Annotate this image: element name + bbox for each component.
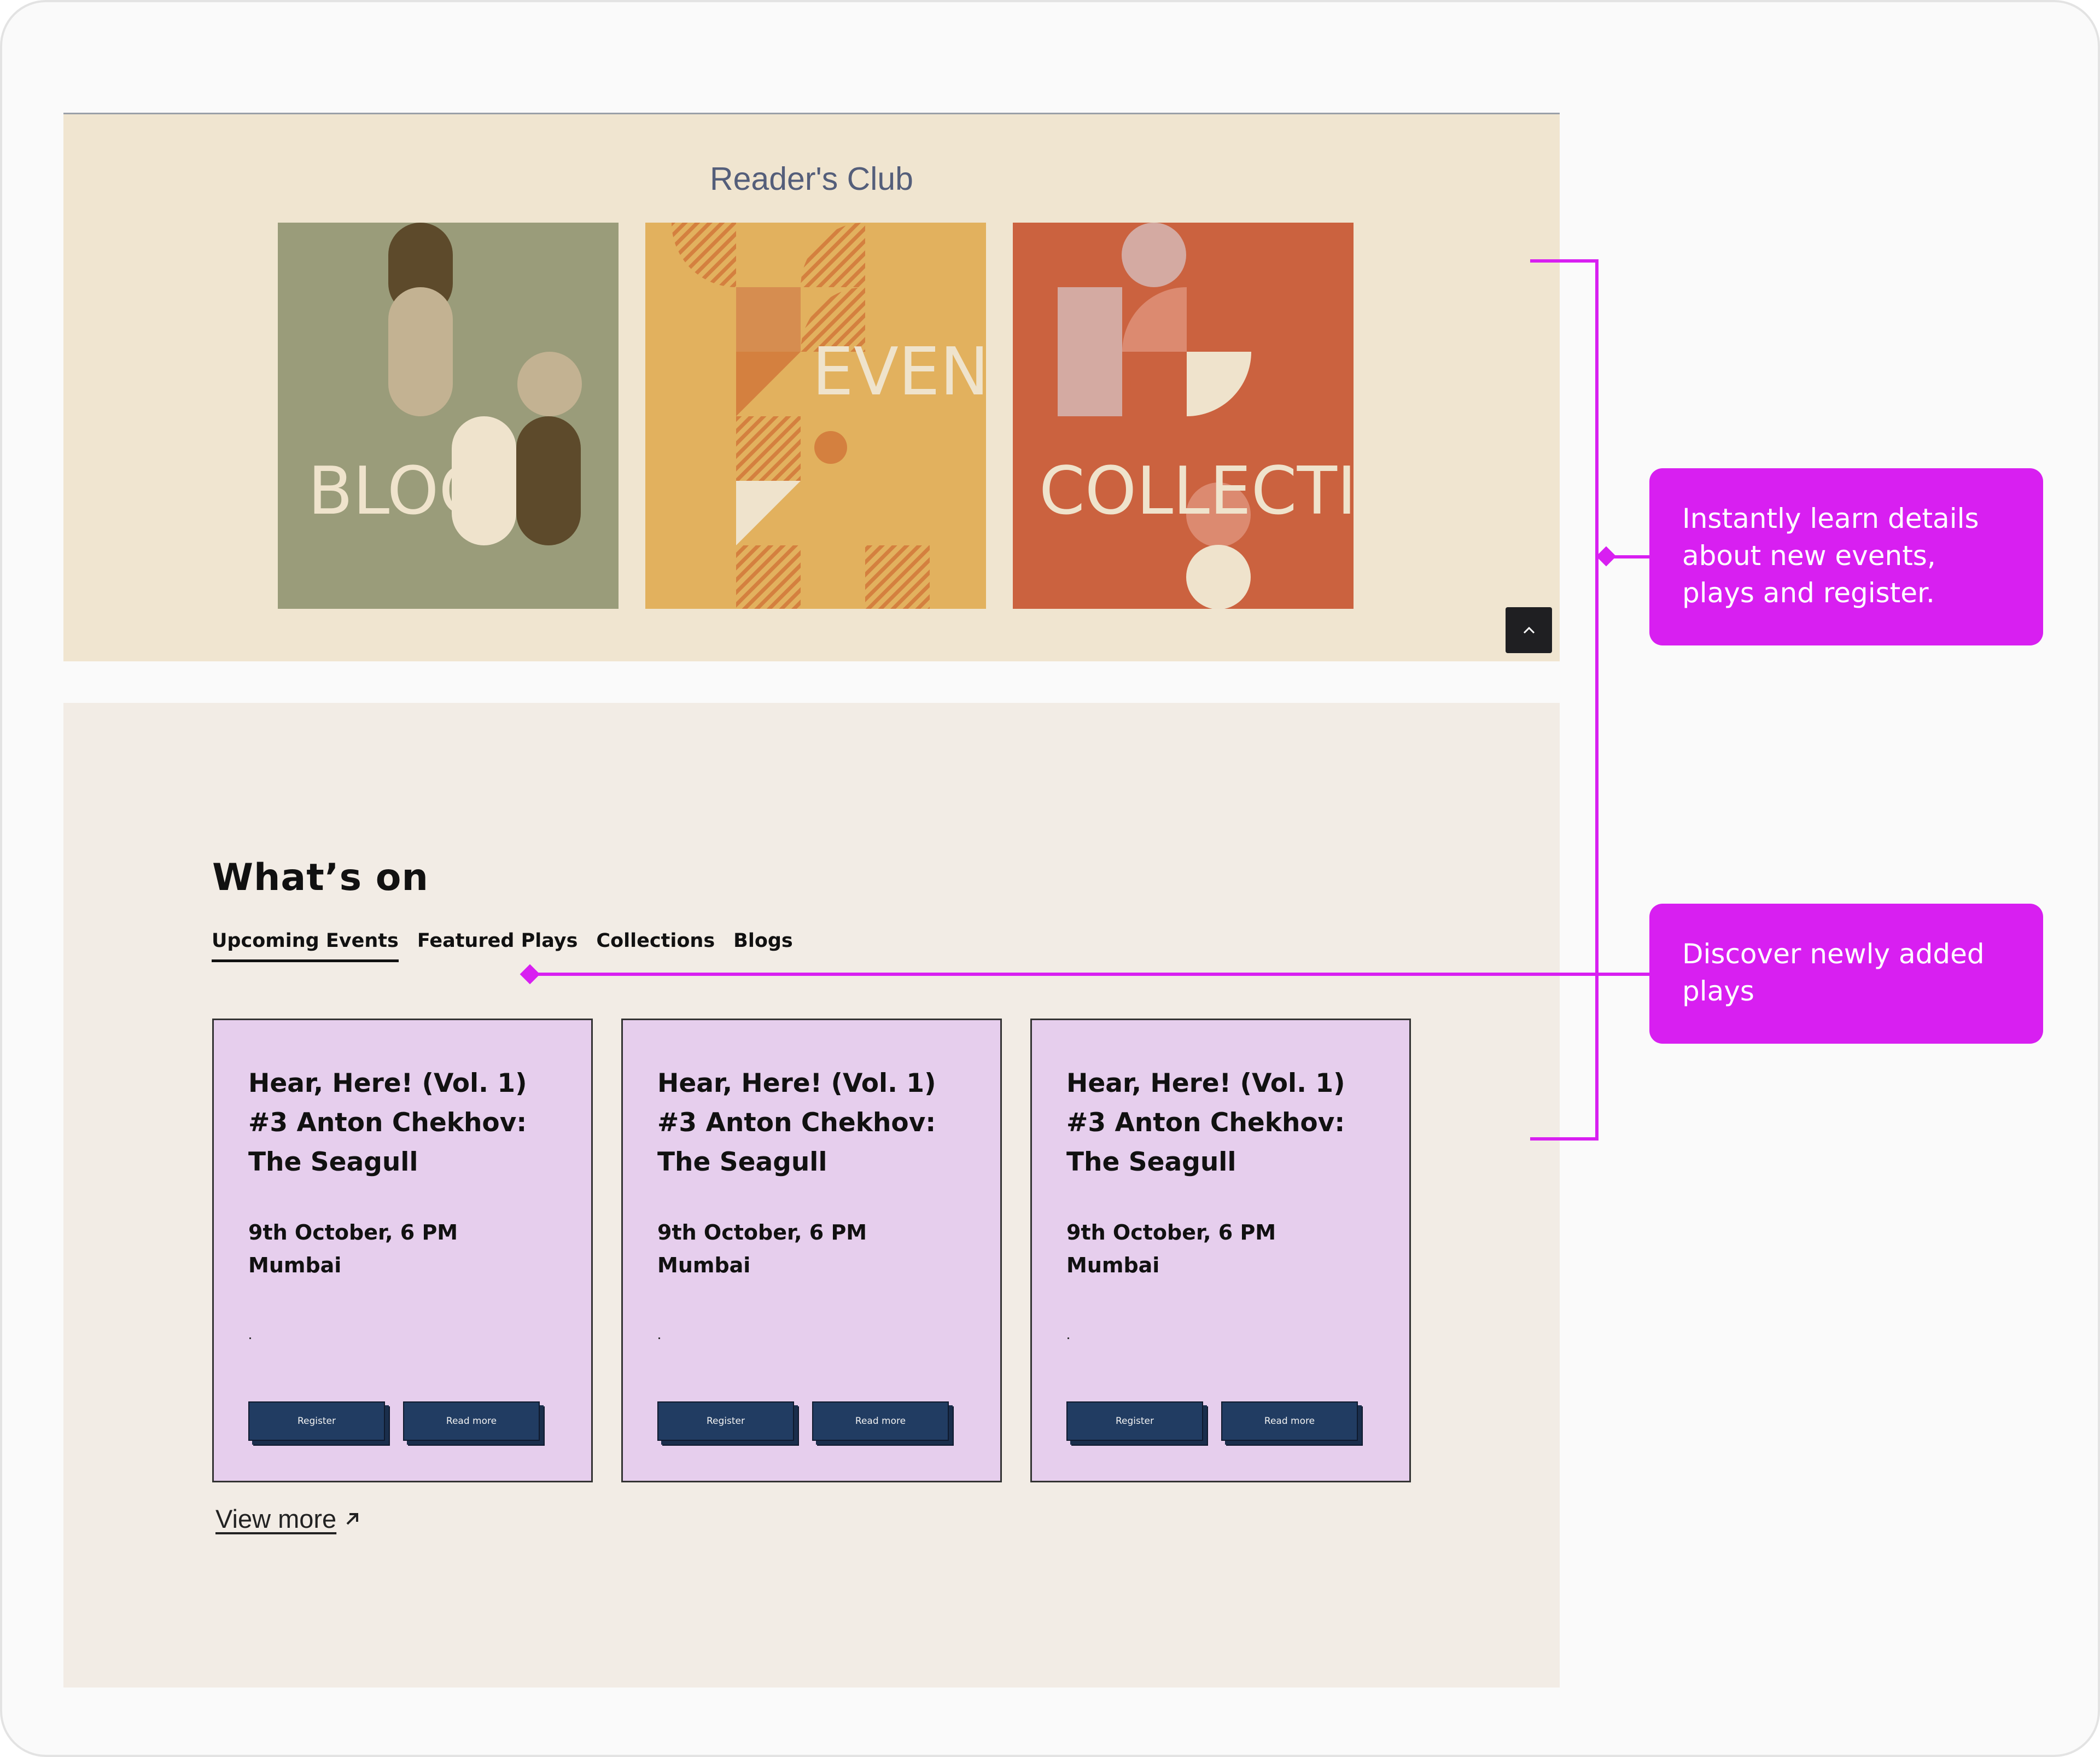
annotation-callout-plays: Discover newly added plays	[1649, 904, 2043, 1044]
connector-diamond	[520, 964, 540, 985]
annotation-connectors	[520, 259, 1649, 1141]
annotation-callout-events: Instantly learn details about new events…	[1649, 468, 2043, 645]
connector-diamond	[1596, 546, 1617, 567]
